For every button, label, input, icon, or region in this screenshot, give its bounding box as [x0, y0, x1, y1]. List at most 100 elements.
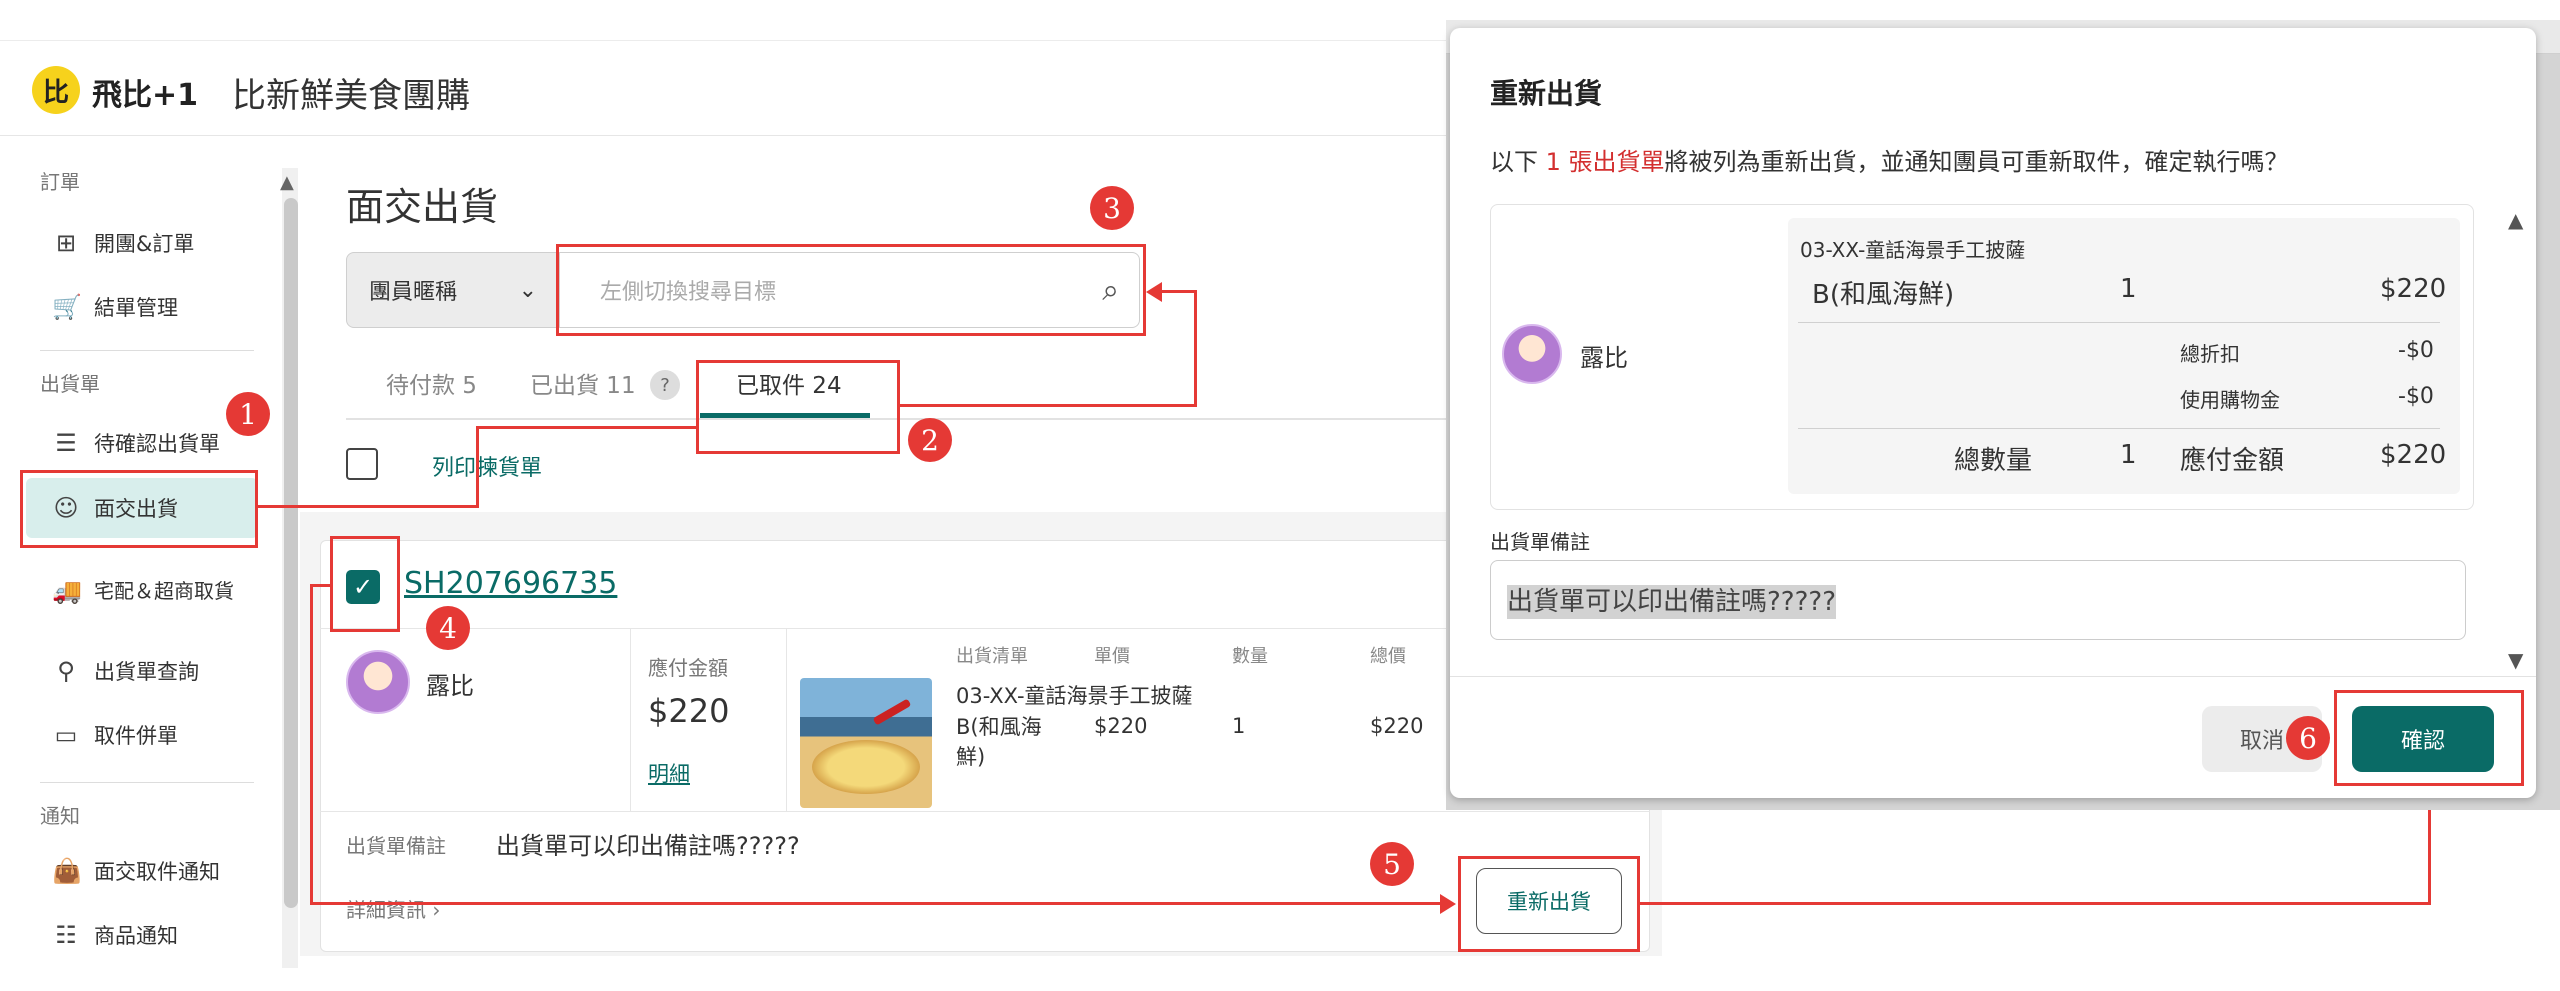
card-divider	[320, 811, 1650, 812]
connector-line	[476, 426, 479, 508]
product-total: $220	[1370, 714, 1424, 738]
dialog-description-suffix: 將被列為重新出貨，並通知團員可重新取件，確定執行嗎？	[1664, 148, 2289, 176]
chevron-down-icon: ⌄	[518, 277, 537, 303]
dialog-product-name: 03-XX-童話海景手工披薩	[1800, 238, 2026, 262]
annotation-marker-3: 3	[1090, 186, 1134, 230]
box-icon: ▭	[54, 721, 78, 749]
annotation-box-2	[696, 360, 900, 454]
product-image	[800, 678, 932, 808]
credit-value: -$0	[2398, 384, 2434, 409]
arrow-left-icon	[1146, 282, 1162, 302]
discount-label: 總折扣	[2180, 342, 2240, 366]
product-unit-price: $220	[1094, 714, 1148, 738]
more-info-link[interactable]: 詳細資訊 ›	[346, 894, 440, 923]
product-qty: 1	[1232, 714, 1246, 738]
print-picking-list-link[interactable]: 列印揀貨單	[432, 450, 542, 482]
select-all-checkbox[interactable]	[346, 448, 378, 480]
column-header-unit-price: 單價	[1094, 646, 1130, 667]
sidebar-item-groups-orders[interactable]: ⊞ 開團&訂單	[26, 214, 258, 272]
amount-due-label: 應付金額	[2180, 446, 2285, 476]
sidebar-item-label: 出貨單查詢	[94, 660, 199, 684]
tab-awaiting-payment[interactable]: 待付款 5	[386, 366, 477, 400]
column-header-total: 總價	[1370, 646, 1406, 667]
member-name: 露比	[1580, 344, 1628, 372]
connector-line	[1640, 902, 2430, 905]
column-divider	[786, 629, 787, 811]
amount-due-value: $220	[2380, 440, 2447, 470]
sidebar-item-pending-shipments[interactable]: ☰ 待確認出貨單	[26, 414, 258, 472]
connector-line	[310, 584, 332, 587]
logo-mark: 比	[42, 77, 69, 108]
annotation-marker-6: 6	[2286, 716, 2330, 760]
scroll-down-icon[interactable]: ▼	[2508, 648, 2523, 672]
connector-line	[2428, 800, 2431, 905]
search-icon: ⚲	[57, 657, 75, 685]
sidebar-item-pickup-notice[interactable]: 👜 面交取件通知	[26, 842, 258, 900]
bag-icon: 👜	[52, 857, 82, 885]
scroll-up-icon[interactable]: ▲	[2508, 208, 2523, 232]
dialog-divider	[1798, 322, 2440, 323]
sidebar-section-notify: 通知	[40, 804, 80, 828]
total-qty-value: 1	[2120, 440, 2137, 470]
sidebar-item-label: 商品通知	[94, 924, 178, 948]
help-icon[interactable]: ?	[650, 370, 680, 400]
search-target-select[interactable]: 團員暱稱 ⌄	[346, 252, 560, 328]
scroll-up-icon[interactable]: ▲	[280, 172, 294, 193]
sidebar-item-delivery[interactable]: 🚚 宅配＆超商取貨	[26, 556, 258, 626]
sidebar-scroll-thumb[interactable]	[284, 198, 298, 908]
annotation-box-4	[330, 536, 400, 632]
connector-line	[1194, 290, 1197, 407]
annotation-box-1	[20, 470, 258, 548]
sidebar-item-label: 開團&訂單	[94, 232, 195, 256]
annotation-box-3	[556, 244, 1146, 336]
grid-icon: ⊞	[55, 229, 77, 257]
annotation-marker-1: 1	[226, 392, 270, 436]
amount-due-value: $220	[648, 692, 730, 730]
shop-name: 比新鮮美食團購	[232, 76, 470, 116]
order-id-link[interactable]: SH207696735	[404, 566, 617, 601]
detail-link[interactable]: 明細	[648, 758, 690, 788]
column-header-qty: 數量	[1232, 646, 1268, 667]
total-qty-label: 總數量	[1954, 446, 2033, 476]
discount-value: -$0	[2398, 338, 2434, 363]
sidebar-item-merge-pickup[interactable]: ▭ 取件併單	[26, 706, 258, 764]
sidebar-item-label: 待確認出貨單	[94, 432, 220, 456]
brand-name: 飛比+1	[92, 78, 199, 113]
arrow-right-icon	[1440, 894, 1456, 914]
dialog-description-prefix: 以下	[1490, 148, 1546, 176]
annotation-box-6	[2334, 690, 2524, 786]
sidebar-item-shipment-search[interactable]: ⚲ 出貨單查詢	[26, 642, 258, 700]
sidebar-item-product-notice[interactable]: ☷ 商品通知	[26, 906, 258, 964]
connector-line	[1160, 290, 1196, 293]
avatar	[346, 650, 410, 714]
remark-text: 出貨單可以印出備註嗎?????	[496, 832, 800, 860]
sidebar-divider	[40, 350, 254, 351]
annotation-box-5	[1458, 856, 1640, 952]
product-variant: B(和風海鮮)	[956, 715, 1042, 769]
tab-shipped[interactable]: 已出貨 11	[530, 366, 636, 400]
sidebar-item-label: 宅配＆超商取貨	[94, 579, 234, 603]
connector-line	[476, 426, 698, 429]
dialog-remark-text: 出貨單可以印出備註嗎?????	[1507, 585, 1836, 619]
member-name: 露比	[426, 672, 474, 700]
connector-line	[258, 505, 478, 508]
avatar	[1502, 324, 1562, 384]
dialog-divider	[1798, 428, 2440, 429]
select-value: 團員暱稱	[369, 280, 458, 305]
page-title: 面交出貨	[346, 185, 499, 229]
dialog-title: 重新出貨	[1490, 77, 1603, 110]
remark-label: 出貨單備註	[346, 834, 446, 858]
credit-label: 使用購物金	[2180, 388, 2280, 412]
sliders-icon: ☷	[55, 921, 77, 949]
amount-due-label: 應付金額	[648, 656, 728, 680]
sidebar-item-label: 結單管理	[94, 296, 178, 320]
dialog-remark-field[interactable]: 出貨單可以印出備註嗎?????	[1490, 560, 2466, 640]
sidebar-item-label: 取件併單	[94, 724, 178, 748]
column-header-items: 出貨清單	[956, 646, 1028, 667]
list-icon: ☰	[55, 429, 77, 457]
dialog-footer-divider	[1450, 676, 2536, 677]
sidebar-item-close-orders[interactable]: 🛒 結單管理	[26, 278, 258, 336]
annotation-marker-2: 2	[908, 418, 952, 462]
sidebar-section-shipments: 出貨單	[40, 372, 100, 396]
sidebar-section-orders: 訂單	[40, 170, 80, 194]
